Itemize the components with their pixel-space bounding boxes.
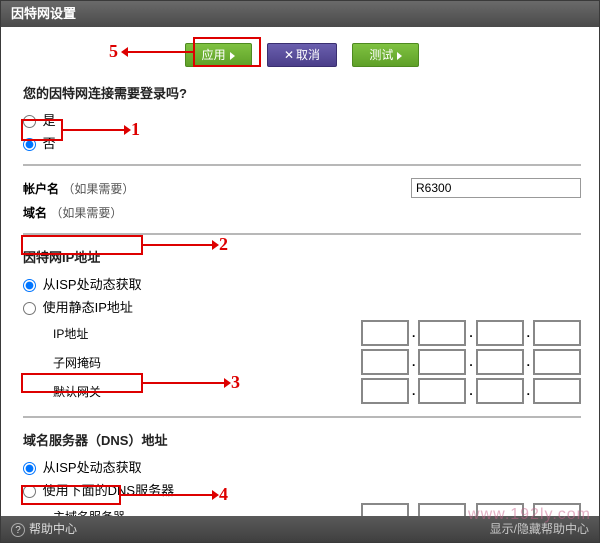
ip-octet[interactable] (533, 349, 581, 375)
account-label: 帐户名 (23, 182, 59, 196)
account-row: 帐户名 （如果需要） (23, 178, 581, 198)
account-note: （如果需要） (62, 182, 134, 196)
dns-section-title: 域名服务器（DNS）地址 (23, 430, 581, 449)
annotation-arrow-1 (63, 129, 125, 131)
annotation-box-4 (21, 485, 121, 505)
ip-octet[interactable] (361, 349, 409, 375)
ip-octet[interactable] (361, 378, 409, 404)
ip-octet[interactable] (476, 378, 524, 404)
ip-octet[interactable] (476, 320, 524, 346)
ip-static-row[interactable]: 使用静态IP地址 (23, 297, 581, 316)
annotation-box-3 (21, 373, 143, 393)
login-yes-row[interactable]: 是 (23, 110, 581, 129)
ip-static-label: 使用静态IP地址 (43, 300, 133, 315)
subnet-input: ... (361, 349, 581, 375)
annotation-box-2 (21, 235, 143, 255)
ip-octet[interactable] (361, 503, 409, 517)
ip-static-radio[interactable] (23, 302, 36, 315)
watermark: www.192ly.com (468, 506, 591, 524)
domain-row: 域名 （如果需要） (23, 204, 581, 221)
domain-note: （如果需要） (50, 206, 122, 220)
window-title: 因特网设置 (1, 1, 599, 27)
settings-window: 因特网设置 应用 ✕取消 测试 您的因特网连接需要登录吗? 是 否 帐户名 （如… (0, 0, 600, 543)
cancel-button[interactable]: ✕取消 (267, 43, 337, 67)
separator (23, 164, 581, 166)
ip-octet[interactable] (361, 320, 409, 346)
test-button[interactable]: 测试 (352, 43, 419, 67)
content-pane: 应用 ✕取消 测试 您的因特网连接需要登录吗? 是 否 帐户名 （如果需要） 域… (1, 27, 599, 517)
test-label: 测试 (369, 48, 393, 62)
ip-octet[interactable] (418, 378, 466, 404)
ip-dynamic-radio[interactable] (23, 279, 36, 292)
annotation-num-4: 4 (219, 484, 228, 505)
ip-address-row: IP地址 ... (23, 320, 581, 346)
annotation-arrow-2 (143, 244, 213, 246)
ip-octet[interactable] (533, 378, 581, 404)
dns-dynamic-radio[interactable] (23, 462, 36, 475)
button-row: 应用 ✕取消 测试 (23, 43, 581, 67)
ip-octet[interactable] (418, 349, 466, 375)
subnet-row: 子网掩码 ... (23, 349, 581, 375)
annotation-num-2: 2 (219, 234, 228, 255)
separator (23, 416, 581, 418)
annotation-box-1 (21, 119, 63, 141)
cancel-label: 取消 (296, 48, 320, 62)
ip-octet[interactable] (418, 320, 466, 346)
login-no-row[interactable]: 否 (23, 133, 581, 152)
ip-octet[interactable] (418, 503, 466, 517)
ip-address-label: IP地址 (23, 325, 173, 342)
annotation-num-3: 3 (231, 372, 240, 393)
gateway-input: ... (361, 378, 581, 404)
dns-dynamic-label: 从ISP处动态获取 (43, 460, 142, 475)
ip-dynamic-label: 从ISP处动态获取 (43, 277, 142, 292)
annotation-arrow-3 (143, 382, 225, 384)
help-icon: ? (11, 523, 25, 537)
help-center-link[interactable]: 帮助中心 (29, 522, 77, 536)
dns-dynamic-row[interactable]: 从ISP处动态获取 (23, 457, 581, 476)
ip-octet[interactable] (533, 320, 581, 346)
ip-address-input: ... (361, 320, 581, 346)
subnet-label: 子网掩码 (23, 354, 173, 371)
annotation-num-1: 1 (131, 119, 140, 140)
annotation-arrow-4 (121, 494, 213, 496)
ip-dynamic-row[interactable]: 从ISP处动态获取 (23, 274, 581, 293)
account-input[interactable] (411, 178, 581, 198)
annotation-arrow-5 (127, 51, 193, 53)
play-icon (397, 52, 402, 60)
annotation-num-5: 5 (109, 41, 118, 62)
ip-octet[interactable] (476, 349, 524, 375)
annotation-box-5 (193, 37, 261, 67)
close-icon: ✕ (284, 44, 294, 66)
login-question: 您的因特网连接需要登录吗? (23, 83, 581, 102)
domain-label: 域名 (23, 206, 47, 220)
